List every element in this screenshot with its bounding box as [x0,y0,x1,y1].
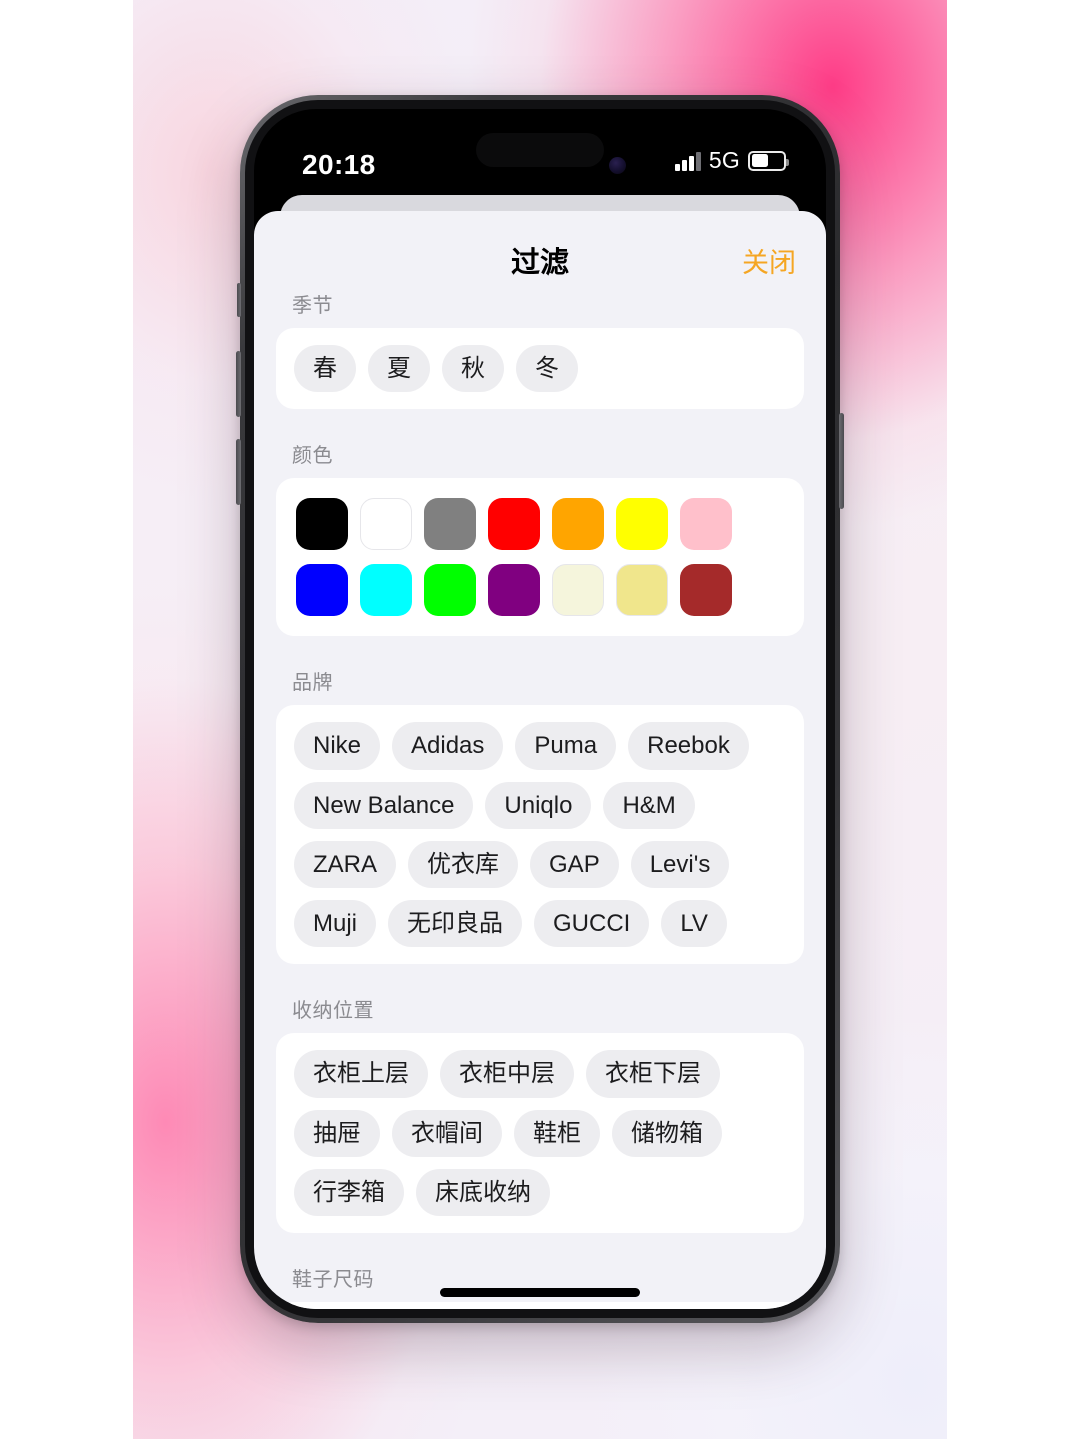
front-camera-icon [609,157,626,174]
chip-season[interactable]: 冬 [516,345,578,393]
section-label-color: 颜色 [292,445,333,468]
chip-brand[interactable]: 优衣库 [408,840,519,889]
section-card-season: 春 夏 秋 冬 [276,328,804,410]
season-chip-row: 春 夏 秋 冬 [294,345,786,393]
chip-storage[interactable]: 床底收纳 [416,1168,550,1217]
status-indicators: 5G [675,147,789,174]
battery-icon [748,150,789,171]
color-swatch-grid [294,495,786,619]
color-swatch[interactable] [424,498,476,551]
silent-switch[interactable] [237,283,241,317]
color-swatch[interactable] [488,564,540,617]
chip-brand[interactable]: Uniqlo [485,781,592,829]
section-card-brand: Nike Adidas Puma Reebok New Balance Uniq… [276,705,804,965]
phone-frame: 20:18 5G 过滤 关闭 季节 春 夏 秋 冬 颜色 品牌 Nike Adi… [236,95,844,1323]
color-swatch[interactable] [488,498,540,551]
cellular-signal-icon [675,151,701,171]
color-swatch[interactable] [616,564,668,617]
chip-brand[interactable]: 无印良品 [388,900,523,948]
status-time: 20:18 [302,149,376,180]
page-title: 过滤 [510,247,569,279]
chip-storage[interactable]: 行李箱 [294,1168,404,1217]
chip-brand[interactable]: New Balance [294,781,474,829]
color-swatch[interactable] [360,498,412,551]
filter-sections-scroll[interactable]: 季节 春 夏 秋 冬 颜色 品牌 Nike Adidas Puma Reebok… [254,289,826,1309]
chip-brand[interactable]: Muji [294,900,377,948]
color-swatch[interactable] [552,564,604,617]
section-label-season: 季节 [292,295,333,317]
phone-screen: 20:18 5G 过滤 关闭 季节 春 夏 秋 冬 颜色 品牌 Nike Adi… [254,109,826,1309]
chip-brand[interactable]: Levi's [630,840,730,889]
chip-storage[interactable]: 衣柜中层 [440,1050,574,1098]
volume-up-button[interactable] [236,351,241,417]
section-storage: 收纳位置 衣柜上层 衣柜中层 衣柜下层 抽屉 衣帽间 鞋柜 储物箱 行李箱 床底… [254,994,826,1234]
chip-season[interactable]: 夏 [368,345,430,393]
chip-storage[interactable]: 衣帽间 [392,1109,502,1157]
section-shoe-size: 鞋子尺码 35 35.5 36 36.5 37 37.5 38 38.5 [254,1263,826,1309]
chip-storage[interactable]: 衣柜上层 [294,1050,428,1098]
status-bar: 20:18 5G [254,109,826,193]
color-swatch[interactable] [680,498,732,551]
color-swatch[interactable] [360,564,412,617]
chip-brand[interactable]: LV [661,900,727,948]
chip-brand[interactable]: Nike [294,722,381,770]
chip-storage[interactable]: 抽屉 [294,1109,380,1157]
color-swatch[interactable] [296,498,348,551]
storage-chip-row: 衣柜上层 衣柜中层 衣柜下层 抽屉 衣帽间 鞋柜 储物箱 行李箱 床底收纳 [294,1050,786,1217]
chip-season[interactable]: 秋 [442,345,504,393]
home-indicator[interactable] [440,1288,640,1297]
filter-sheet: 过滤 关闭 季节 春 夏 秋 冬 颜色 品牌 Nike Adidas Puma … [254,211,826,1309]
network-type-label: 5G [708,147,740,173]
section-card-storage: 衣柜上层 衣柜中层 衣柜下层 抽屉 衣帽间 鞋柜 储物箱 行李箱 床底收纳 [276,1033,804,1234]
section-color: 颜色 [254,439,826,637]
close-button[interactable]: 关闭 [742,241,796,280]
chip-storage[interactable]: 衣柜下层 [586,1050,720,1098]
chip-storage[interactable]: 储物箱 [612,1109,722,1157]
color-swatch[interactable] [680,564,732,617]
chip-season[interactable]: 春 [294,345,356,393]
section-label-brand: 品牌 [292,672,333,695]
chip-brand[interactable]: Reebok [628,722,749,770]
chip-brand[interactable]: H&M [603,781,695,829]
chip-brand[interactable]: Puma [515,722,617,770]
sheet-header: 过滤 关闭 [254,211,826,289]
color-swatch[interactable] [552,498,604,551]
power-button[interactable] [839,413,844,509]
screenshot-root: 20:18 5G 过滤 关闭 季节 春 夏 秋 冬 颜色 品牌 Nike Adi… [0,0,1080,1439]
chip-brand[interactable]: GUCCI [534,900,650,948]
volume-down-button[interactable] [236,439,241,505]
dynamic-island [476,133,604,167]
section-card-shoe-size: 35 35.5 36 36.5 37 37.5 38 38.5 39 39.5 [276,1302,804,1309]
section-season: 季节 春 夏 秋 冬 [254,289,826,410]
color-swatch[interactable] [424,564,476,617]
brand-chip-row: Nike Adidas Puma Reebok New Balance Uniq… [294,722,786,948]
chip-brand[interactable]: GAP [530,840,619,889]
section-label-storage: 收纳位置 [292,1000,374,1023]
color-swatch[interactable] [616,498,668,551]
battery-fill [751,154,768,167]
color-swatch[interactable] [296,564,348,617]
chip-storage[interactable]: 鞋柜 [514,1109,600,1157]
chip-brand[interactable]: ZARA [294,840,397,889]
chip-brand[interactable]: Adidas [392,722,504,770]
section-card-color [276,478,804,637]
section-brand: 品牌 Nike Adidas Puma Reebok New Balance U… [254,666,826,965]
